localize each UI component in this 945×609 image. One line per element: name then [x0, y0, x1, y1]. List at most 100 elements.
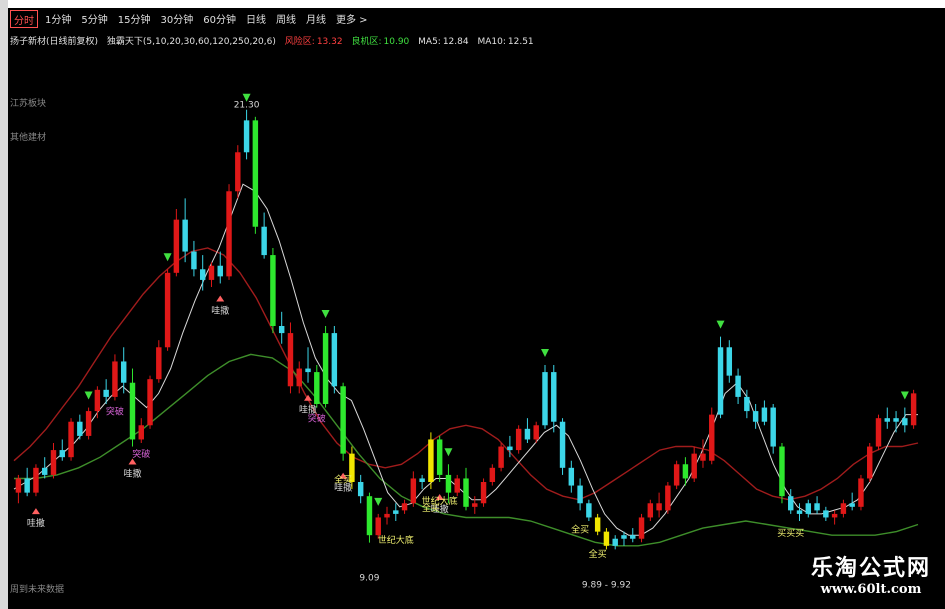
period-toolbar: 分时 1分钟 5分钟 15分钟 30分钟 60分钟 日线 周线 月线 更多 > [10, 10, 371, 28]
candle-body [744, 396, 750, 412]
candle-body [393, 510, 399, 514]
chance-value: 10.90 [383, 37, 410, 47]
buy-label: 哇撒 [27, 517, 45, 529]
sell-arrow-icon [540, 349, 549, 357]
breakout-label: 突破 [308, 413, 326, 425]
period-tab-3[interactable]: 15分钟 [115, 10, 154, 28]
candle-body [296, 368, 302, 387]
candle-body [884, 418, 891, 422]
candle-body [41, 467, 48, 475]
candle-body [305, 368, 311, 373]
buy-label: 哇撒 [123, 468, 141, 480]
candle-body [24, 478, 30, 493]
buy-arrow-icon [31, 508, 40, 515]
candle-body [33, 467, 39, 493]
candle-body [910, 393, 917, 426]
candle-body [419, 478, 425, 482]
period-tab-6[interactable]: 日线 [243, 10, 269, 28]
period-tab-2[interactable]: 5分钟 [78, 10, 110, 28]
candle-body [156, 347, 162, 380]
period-tab-8[interactable]: 月线 [303, 10, 329, 28]
sell-arrow-icon [716, 320, 725, 329]
candle-body [50, 450, 57, 475]
stock-name: 扬子新材(日线前复权) [10, 37, 99, 47]
candle-body [384, 513, 390, 518]
candle-body [147, 379, 153, 426]
period-tab-4[interactable]: 30分钟 [157, 10, 196, 28]
low-price-annotation: 9.89 - 9.92 [582, 580, 631, 590]
kline-chart[interactable]: 哇撒哇撒哇撒哇撒哇撒哇撒突破突破突破全买世纪大底全买世纪大底全买全买买买买9.0… [0, 0, 945, 609]
period-tab-0[interactable]: 分时 [10, 10, 38, 28]
bottom-signal-label: 买买买 [777, 528, 804, 539]
candle-body [638, 517, 645, 539]
candle-body [436, 439, 443, 475]
candle-body [735, 375, 741, 397]
candle-body [235, 152, 241, 192]
period-tab-5[interactable]: 60分钟 [200, 10, 239, 28]
candle-body [586, 503, 592, 518]
candle-body [331, 333, 338, 387]
candle-body [15, 478, 22, 493]
candle-body [805, 503, 812, 514]
candle-body [261, 226, 267, 256]
candle-body [630, 535, 636, 539]
candle-body [559, 421, 566, 468]
watermark-url: www.60lt.com [820, 582, 922, 597]
candle-body [454, 478, 460, 493]
candle-body [709, 414, 715, 461]
sell-arrow-icon [444, 448, 453, 457]
candle-body [603, 531, 610, 546]
bottom-signal-label: 世纪大底 [378, 534, 414, 546]
candle-body [243, 120, 250, 153]
period-tab-1[interactable]: 1分钟 [42, 10, 74, 28]
candle-body [410, 478, 417, 504]
candle-body [182, 219, 188, 252]
candle-body [761, 407, 768, 422]
candle-body [164, 272, 171, 348]
candle-body [138, 425, 144, 440]
period-tab-7[interactable]: 周线 [273, 10, 299, 28]
candle-body [533, 425, 539, 440]
candle-body [120, 361, 127, 383]
candle-body [208, 265, 215, 280]
candle-body [340, 386, 346, 454]
candle-body [77, 421, 83, 436]
candle-body [375, 517, 381, 536]
buy-label: 哇撒 [211, 304, 229, 316]
candle-body [480, 482, 487, 504]
watermark: 乐淘公式网 www.60lt.com [811, 550, 931, 597]
indicator-name: 独霸天下(5,10,20,30,60,120,250,20,6) [106, 37, 276, 47]
candle-body [515, 428, 522, 451]
low-price-annotation: 9.09 [359, 574, 379, 584]
period-tab-9[interactable]: 更多 > [333, 10, 371, 28]
candle-body [129, 382, 136, 440]
candle-body [665, 485, 671, 511]
candle-body [94, 389, 101, 412]
candle-body [814, 503, 820, 511]
sector-label: 江苏板块 [10, 99, 47, 109]
buy-arrow-icon [216, 295, 225, 302]
candle-body [682, 464, 689, 479]
ma10-label: MA10: [477, 37, 506, 47]
candle-body [445, 474, 452, 493]
candle-body [612, 538, 618, 546]
candle-body [647, 503, 654, 518]
candle-body [498, 446, 504, 468]
candle-body [173, 219, 180, 273]
candle-body [463, 478, 469, 507]
candle-body [507, 446, 513, 451]
candle-body [621, 535, 627, 539]
candle-body [542, 372, 548, 426]
candle-body [875, 418, 882, 447]
candle-body [524, 428, 531, 440]
candle-body [287, 333, 294, 387]
candle-body [568, 467, 575, 486]
bottom-signal-label: 全买 [589, 548, 607, 560]
high-price-annotation: 21.30 [234, 101, 260, 111]
candle-body [278, 326, 285, 334]
candle-body [770, 407, 776, 447]
candle-body [489, 467, 496, 482]
candle-body [840, 503, 847, 514]
candle-body [726, 347, 733, 376]
ma5-label: MA5: [418, 37, 441, 47]
